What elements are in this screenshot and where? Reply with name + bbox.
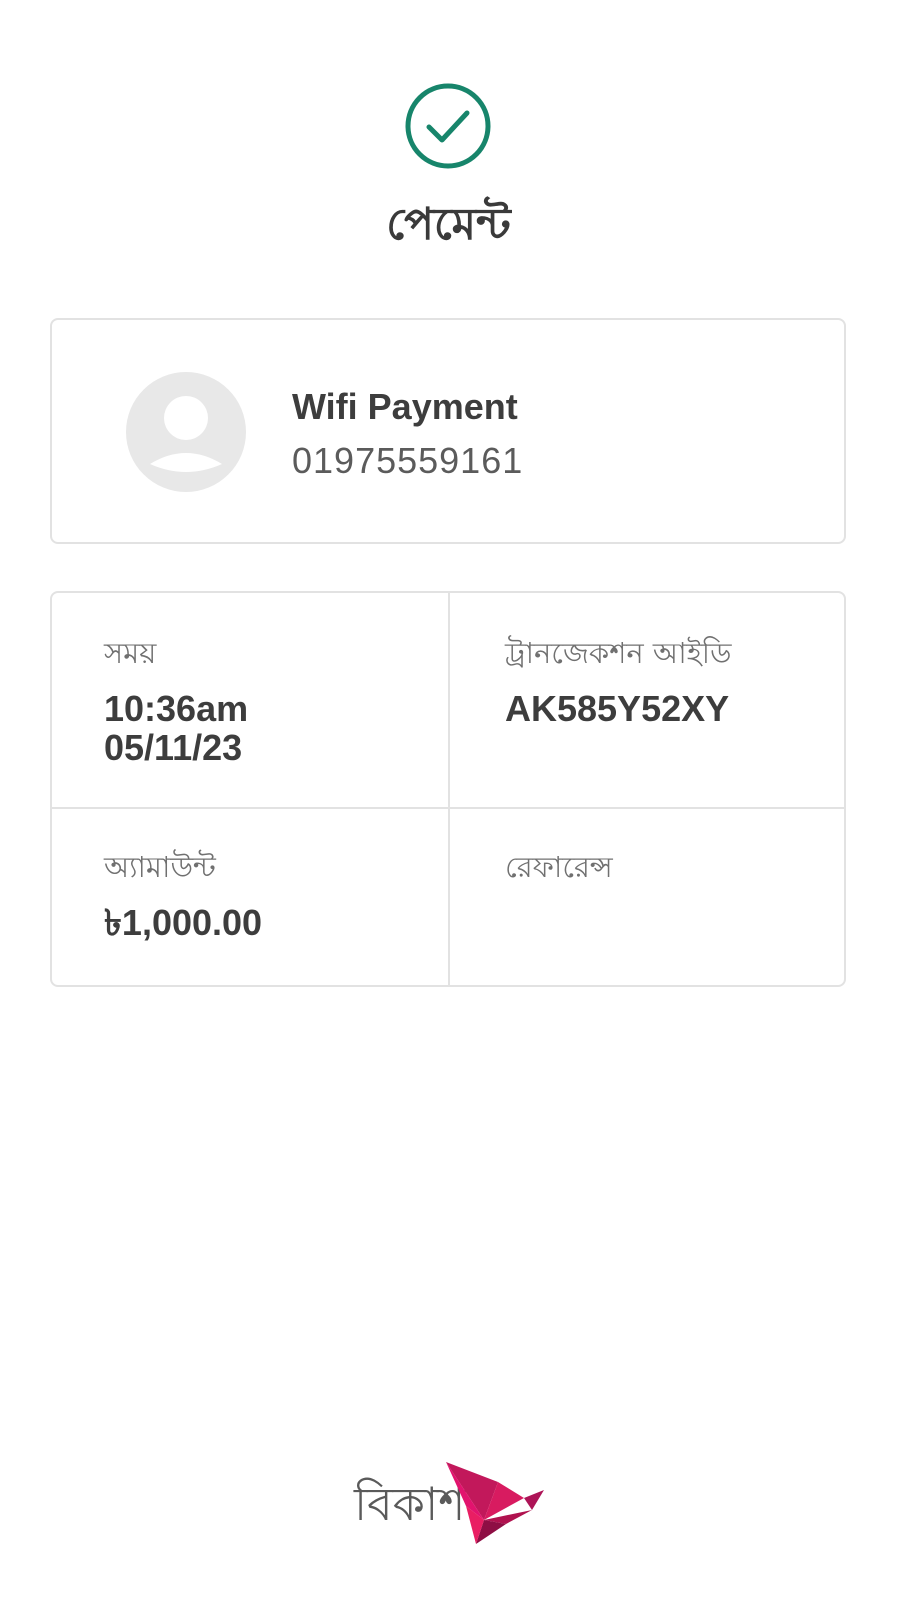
column-divider (448, 593, 450, 985)
transaction-id-label: ট্রানজেকশন আইডি (505, 636, 732, 670)
reference-label: রেফারেন্স (505, 850, 613, 884)
page-title: পেমেন্ট (386, 199, 511, 250)
person-avatar-icon (126, 372, 246, 492)
amount-label: অ্যামাউন্ট (104, 850, 216, 884)
bkash-logo: বিকাশ (354, 1460, 544, 1550)
recipient-card: Wifi Payment 01975559161 (50, 318, 846, 544)
transaction-id-value[interactable]: AK585Y52XY (505, 689, 731, 728)
time-value: 10:36am (104, 688, 249, 729)
recipient-name: Wifi Payment (292, 386, 518, 427)
reference-cell: রেফারেন্স (505, 847, 613, 903)
transaction-id-cell: ট্রানজেকশন আইডি AK585Y52XY (505, 633, 731, 728)
amount-value: ৳1,000.00 (104, 902, 263, 943)
check-circle-icon (405, 83, 491, 169)
recipient-number: 01975559161 (292, 440, 524, 481)
date-value: 05/11/23 (104, 727, 243, 768)
row-divider (52, 807, 844, 809)
time-label: সময় (104, 636, 157, 670)
time-cell: সময় 10:36am 05/11/23 (104, 633, 248, 767)
amount-cell: অ্যামাউন্ট ৳1,000.00 (104, 847, 262, 942)
transaction-details-card: সময় 10:36am 05/11/23 ট্রানজেকশন আইডি AK… (50, 591, 846, 987)
origami-bird-icon (446, 1462, 544, 1544)
